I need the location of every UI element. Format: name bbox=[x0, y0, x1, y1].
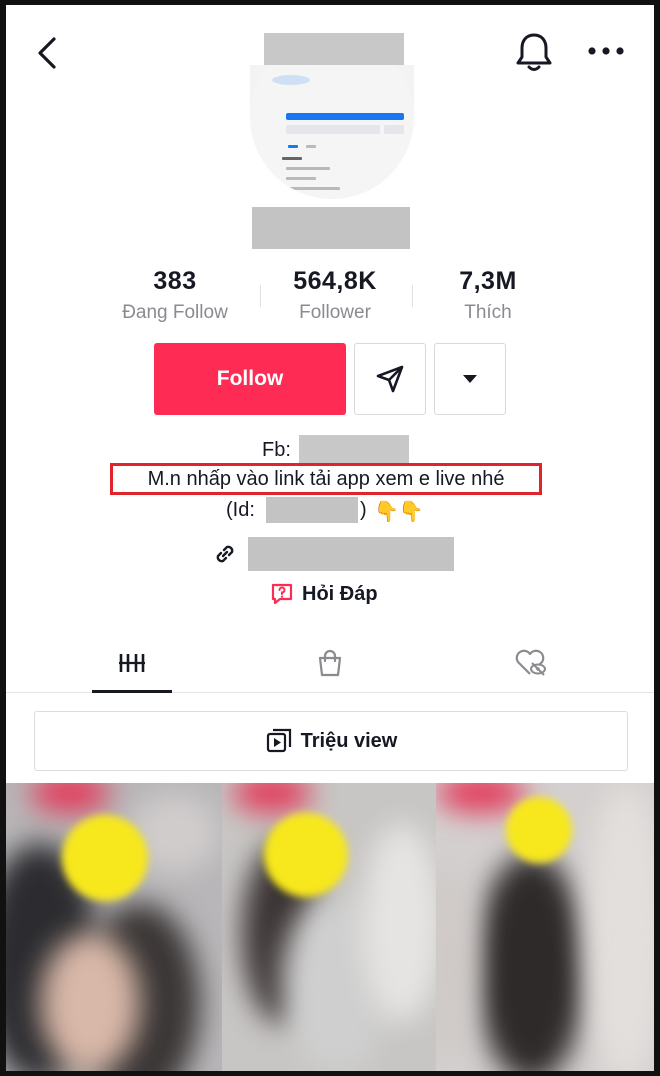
follower-label: Follower bbox=[299, 302, 371, 323]
bio-link[interactable] bbox=[6, 537, 654, 571]
avatar-image bbox=[250, 65, 414, 199]
following-count: 383 bbox=[153, 267, 197, 295]
link-url-redacted[interactable] bbox=[248, 537, 454, 571]
active-tab-indicator bbox=[92, 690, 172, 693]
playlist-button[interactable]: Triệu view bbox=[34, 711, 628, 771]
video-thumbnail[interactable] bbox=[6, 783, 222, 1071]
caret-down-icon bbox=[463, 375, 477, 383]
follower-count: 564,8K bbox=[293, 267, 377, 295]
video-thumbnail[interactable] bbox=[222, 783, 436, 1071]
send-icon bbox=[376, 365, 404, 393]
qa-label: Hỏi Đáp bbox=[302, 582, 378, 605]
follow-button[interactable]: Follow bbox=[154, 343, 346, 415]
back-button[interactable] bbox=[30, 33, 66, 73]
id-close-paren: ) bbox=[360, 499, 367, 521]
following-label: Đang Follow bbox=[122, 302, 228, 323]
question-bubble-icon bbox=[271, 583, 293, 605]
likes-count: 7,3M bbox=[459, 267, 517, 295]
bell-icon bbox=[516, 33, 552, 71]
tab-liked[interactable] bbox=[490, 635, 570, 691]
phone-frame: 383 Đang Follow 564,8K Follower 7,3M Thí… bbox=[0, 0, 660, 1076]
face-blur bbox=[62, 815, 148, 901]
more-options-button[interactable] bbox=[584, 39, 628, 63]
id-label: (Id: bbox=[226, 499, 255, 521]
playlist-icon bbox=[266, 728, 291, 753]
display-name-redacted bbox=[252, 207, 410, 249]
likes-label: Thích bbox=[464, 302, 512, 323]
tab-shop[interactable] bbox=[290, 635, 370, 691]
more-dots-icon bbox=[588, 47, 624, 55]
playlist-label: Triệu view bbox=[300, 729, 398, 752]
message-button[interactable] bbox=[354, 343, 426, 415]
fb-label: Fb: bbox=[262, 439, 291, 461]
video-grid bbox=[6, 783, 654, 1071]
suggested-accounts-button[interactable] bbox=[434, 343, 506, 415]
qa-button[interactable]: Hỏi Đáp bbox=[270, 579, 378, 609]
hidden-heart-icon bbox=[515, 649, 546, 676]
stat-following[interactable]: 383 Đang Follow bbox=[100, 267, 250, 324]
highlighted-bio-text: M.n nhấp vào link tải app xem e live nhé bbox=[110, 463, 542, 495]
face-blur bbox=[506, 797, 572, 863]
face-blur bbox=[264, 813, 348, 897]
chevron-left-icon bbox=[38, 37, 56, 69]
tab-videos[interactable] bbox=[92, 635, 172, 691]
link-icon bbox=[216, 545, 234, 563]
fb-redacted bbox=[299, 435, 409, 465]
id-redacted bbox=[266, 497, 358, 523]
shopping-bag-icon bbox=[318, 649, 342, 677]
pointing-down-emoji: 👇👇 bbox=[374, 501, 424, 523]
grid-icon bbox=[119, 654, 145, 672]
notification-button[interactable] bbox=[514, 31, 554, 73]
profile-screen: 383 Đang Follow 564,8K Follower 7,3M Thí… bbox=[6, 5, 654, 1071]
stat-likes: 7,3M Thích bbox=[413, 267, 563, 324]
stat-followers[interactable]: 564,8K Follower bbox=[260, 267, 410, 324]
profile-tabs bbox=[6, 635, 654, 693]
video-thumbnail[interactable] bbox=[436, 783, 654, 1071]
profile-avatar[interactable] bbox=[250, 65, 414, 199]
profile-stats: 383 Đang Follow 564,8K Follower 7,3M Thí… bbox=[106, 267, 566, 327]
